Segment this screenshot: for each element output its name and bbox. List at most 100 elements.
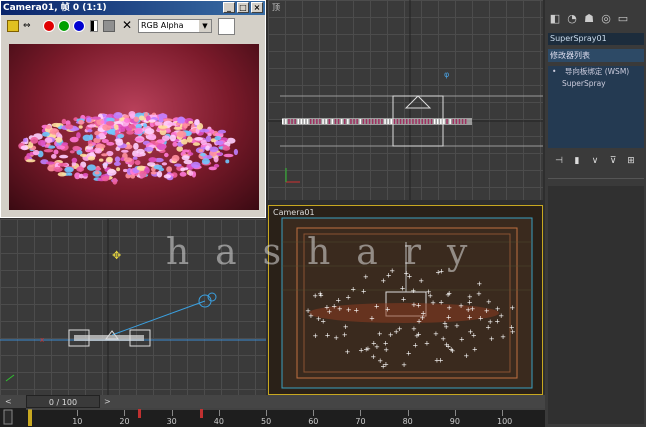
top-viewport[interactable]: 顶 φ xyxy=(268,0,543,200)
particle xyxy=(291,119,293,124)
track-tick xyxy=(313,410,315,416)
particle xyxy=(143,123,148,128)
particle xyxy=(421,119,423,124)
maximize-button[interactable]: □ xyxy=(237,2,249,13)
particle xyxy=(294,119,296,124)
slider-next-icon[interactable]: > xyxy=(104,397,111,406)
particle xyxy=(55,132,61,138)
particle xyxy=(122,114,130,119)
green-channel-icon[interactable] xyxy=(58,20,70,32)
particle xyxy=(285,119,287,124)
top-viewport-scene: φ xyxy=(268,0,543,200)
particle-marker: + xyxy=(440,335,446,343)
channel-select[interactable]: RGB Alpha ▼ xyxy=(138,19,212,33)
particle xyxy=(158,125,168,129)
render-frame-window[interactable]: Camera01, 帧 0 (1:1) _ □ × ⇔ ✕ RGB Alpha … xyxy=(0,0,266,218)
modify-tab-icon[interactable]: ◔ xyxy=(565,12,579,26)
particle xyxy=(183,123,188,129)
particle xyxy=(464,119,467,124)
create-tab-icon[interactable]: ◧ xyxy=(548,12,562,26)
particle-marker: + xyxy=(438,299,444,307)
particle-marker: + xyxy=(434,356,440,364)
particle-marker: + xyxy=(420,314,426,322)
particle xyxy=(217,129,227,134)
display-tab-icon[interactable]: ▭ xyxy=(616,12,630,26)
particle xyxy=(106,156,113,163)
particle xyxy=(126,130,134,135)
particle xyxy=(76,166,85,172)
particle-marker: + xyxy=(478,315,484,323)
particle xyxy=(164,152,169,158)
clear-icon[interactable]: ✕ xyxy=(121,19,133,32)
particle xyxy=(23,138,28,143)
particle-marker: + xyxy=(325,331,331,339)
close-button[interactable]: × xyxy=(251,2,263,13)
blue-channel-icon[interactable] xyxy=(73,20,85,32)
particle-marker: + xyxy=(446,304,452,312)
particle xyxy=(362,119,365,124)
render-window-titlebar[interactable]: Camera01, 帧 0 (1:1) _ □ × xyxy=(1,1,265,15)
track-tick xyxy=(77,410,79,416)
particle xyxy=(368,119,371,124)
stack-item[interactable]: • 导向板绑定 (WSM) xyxy=(548,66,644,78)
particle-marker: + xyxy=(510,328,516,336)
particle xyxy=(200,139,207,145)
particle-marker: + xyxy=(380,362,386,370)
particle-marker: + xyxy=(454,322,460,330)
particle xyxy=(30,136,39,144)
slider-prev-icon[interactable]: < xyxy=(5,397,12,406)
track-tick-label: 70 xyxy=(355,417,366,426)
particle xyxy=(225,159,230,164)
particle xyxy=(418,119,420,124)
particle-marker: + xyxy=(450,347,456,355)
particle xyxy=(114,156,121,163)
save-icon[interactable] xyxy=(7,20,19,32)
particle xyxy=(437,119,439,124)
particle xyxy=(415,119,417,124)
particle xyxy=(136,148,145,154)
make-unique-icon[interactable]: ∨ xyxy=(590,155,600,167)
red-channel-icon[interactable] xyxy=(43,20,55,32)
particle xyxy=(166,166,173,173)
particle xyxy=(55,137,63,143)
color-swatch[interactable] xyxy=(218,18,235,35)
particle xyxy=(309,119,312,124)
particle-marker: + xyxy=(318,291,324,299)
time-slider[interactable]: 0 / 100 < > xyxy=(0,395,545,408)
particle xyxy=(130,174,136,179)
particle xyxy=(71,157,78,163)
modifier-list-dropdown[interactable]: 修改器列表 xyxy=(548,49,644,62)
particle-marker: + xyxy=(346,306,352,314)
track-bar[interactable]: 10 20 30 40 50 60 70 80 90 100 xyxy=(0,408,545,427)
particle xyxy=(306,119,309,124)
particle xyxy=(59,154,69,159)
particle xyxy=(163,174,172,179)
remove-modifier-icon[interactable]: ⊽ xyxy=(608,155,618,167)
object-name-field[interactable]: SuperSpray01 xyxy=(548,33,644,45)
modifier-stack[interactable]: • 导向板绑定 (WSM) SuperSpray xyxy=(548,66,644,148)
motion-tab-icon[interactable]: ◎ xyxy=(599,12,613,26)
particle-marker: + xyxy=(320,318,326,326)
particle xyxy=(194,137,204,141)
particle xyxy=(390,119,392,124)
frame-counter[interactable]: 0 / 100 xyxy=(26,395,100,408)
particle xyxy=(150,171,157,175)
particle xyxy=(340,119,343,124)
minimize-button[interactable]: _ xyxy=(223,2,235,13)
particle xyxy=(51,122,61,128)
monochrome-icon[interactable] xyxy=(103,20,115,32)
show-end-result-icon[interactable]: ▮ xyxy=(572,155,582,167)
alpha-channel-icon[interactable] xyxy=(90,20,98,32)
particle-marker: + xyxy=(430,299,436,307)
particle xyxy=(282,119,284,124)
particle xyxy=(183,159,193,165)
clone-icon[interactable]: ⇔ xyxy=(23,20,35,32)
particle xyxy=(213,163,220,168)
particle xyxy=(25,159,36,163)
particle xyxy=(134,153,143,157)
hierarchy-tab-icon[interactable]: ☗ xyxy=(582,12,596,26)
stack-item[interactable]: SuperSpray xyxy=(548,78,644,90)
pin-stack-icon[interactable]: ⊣ xyxy=(554,155,564,167)
configure-icon[interactable]: ⊞ xyxy=(626,155,636,167)
particle-marker: + xyxy=(342,331,348,339)
